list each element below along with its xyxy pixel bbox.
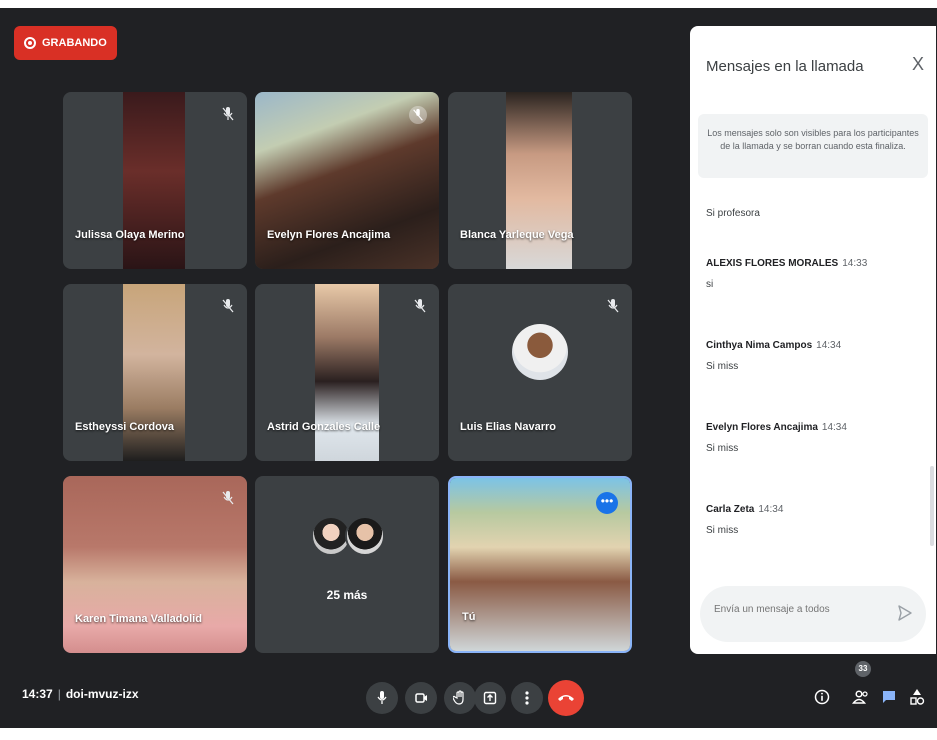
participant-tile[interactable]: Evelyn Flores Ancajima [255, 92, 439, 269]
meeting-time: 14:37 [22, 687, 53, 701]
info-icon [814, 689, 830, 705]
activities-icon [910, 689, 925, 705]
participant-name: Astrid Gonzales Calle [267, 421, 381, 433]
participant-name: Evelyn Flores Ancajima [267, 229, 391, 241]
send-icon[interactable] [898, 605, 912, 621]
chat-message-time: 14:34 [816, 340, 842, 351]
participant-tile[interactable]: Julissa Olaya Merino [63, 92, 247, 269]
chat-scrollbar[interactable] [930, 466, 934, 546]
chat-message: ALEXIS FLORES MORALES 14:33 si [706, 258, 867, 290]
mic-off-icon [222, 107, 234, 121]
participant-name: Blanca Yarleque Vega [460, 229, 574, 241]
meeting-stage: GRABANDO Julissa Olaya Merino Evelyn Flo… [0, 8, 937, 728]
self-name: Tú [462, 611, 476, 623]
mic-off-icon [222, 491, 234, 505]
separator: | [57, 687, 61, 701]
chat-message: Si profesora [706, 208, 760, 219]
participant-tile[interactable]: Astrid Gonzales Calle [255, 284, 439, 461]
raise-hand-button[interactable] [444, 682, 476, 714]
more-participants-tile[interactable]: 25 más [255, 476, 439, 653]
chat-message-text: Si profesora [706, 208, 760, 219]
participant-name: Julissa Olaya Merino [75, 229, 185, 241]
participant-video [315, 284, 379, 461]
participants-count-badge: 33 [855, 661, 871, 677]
chat-input-box[interactable] [700, 586, 926, 642]
participant-tile[interactable]: Luis Elias Navarro [448, 284, 632, 461]
chat-message-text: Si miss [706, 361, 739, 372]
more-options-toolbar-button[interactable] [511, 682, 543, 714]
more-participants-label: 25 más [326, 588, 368, 602]
meeting-code: doi-mvuz-izx [65, 687, 139, 701]
participant-video [123, 284, 185, 461]
record-icon [24, 37, 36, 49]
participant-name: Estheyssi Cordova [75, 421, 175, 433]
participant-name: Karen Timana Valladolid [75, 613, 202, 625]
chat-message: Evelyn Flores Ancajima 14:34 Si miss [706, 422, 847, 454]
participant-video [63, 476, 247, 653]
participant-tile[interactable]: Estheyssi Cordova [63, 284, 247, 461]
avatar [345, 516, 385, 556]
end-call-icon [558, 695, 574, 701]
chat-title: Mensajes en la llamada [706, 58, 864, 75]
people-icon [852, 690, 868, 704]
participant-avatar [512, 324, 568, 380]
meeting-info-button[interactable] [811, 684, 833, 710]
chat-panel: Mensajes en la llamada X Los mensajes so… [690, 26, 936, 654]
hand-icon [453, 690, 464, 705]
chat-message-time: 14:34 [758, 504, 784, 515]
meeting-time-and-code: 14:37 | doi-mvuz-izx [22, 687, 139, 701]
end-call-button[interactable] [548, 680, 584, 716]
camera-icon [415, 693, 427, 703]
mic-off-icon [607, 299, 619, 313]
mic-off-icon [222, 299, 234, 313]
chat-message-text: Si miss [706, 443, 739, 454]
people-button[interactable] [850, 684, 872, 710]
participant-video [123, 92, 185, 269]
mic-button[interactable] [366, 682, 398, 714]
close-icon[interactable]: X [912, 54, 924, 75]
chat-icon [883, 691, 895, 703]
mic-off-icon [414, 299, 426, 313]
more-vert-icon [525, 691, 529, 705]
activities-button[interactable] [906, 684, 928, 710]
chat-message-sender: Carla Zeta [706, 504, 755, 515]
chat-message-sender: ALEXIS FLORES MORALES [706, 258, 839, 269]
camera-button[interactable] [405, 682, 437, 714]
more-options-button[interactable]: ••• [596, 492, 618, 514]
chat-message: Carla Zeta 14:34 Si miss [706, 504, 783, 536]
chat-button[interactable] [878, 684, 900, 710]
chat-message-time: 14:33 [842, 258, 868, 269]
chat-message-sender: Cinthya Nima Campos [706, 340, 813, 351]
participant-tile[interactable]: Blanca Yarleque Vega [448, 92, 632, 269]
mic-off-icon [409, 106, 427, 124]
chat-message-input[interactable] [714, 604, 884, 615]
chat-message-time: 14:34 [821, 422, 847, 433]
chat-message-text: si [706, 279, 714, 290]
self-tile[interactable]: ••• Tú [448, 476, 632, 653]
participant-name: Luis Elias Navarro [460, 421, 556, 433]
participant-tile[interactable]: Karen Timana Valladolid [63, 476, 247, 653]
chat-message-text: Si miss [706, 525, 739, 536]
present-button[interactable] [474, 682, 506, 714]
participant-video [506, 92, 572, 269]
chat-message-sender: Evelyn Flores Ancajima [706, 422, 818, 433]
present-icon [483, 691, 497, 705]
mic-icon [377, 691, 387, 704]
chat-info-banner: Los mensajes solo son visibles para los … [698, 114, 928, 178]
recording-label: GRABANDO [42, 37, 107, 49]
more-participants-avatars [311, 516, 391, 556]
chat-message: Cinthya Nima Campos 14:34 Si miss [706, 340, 841, 372]
recording-badge[interactable]: GRABANDO [14, 26, 117, 60]
